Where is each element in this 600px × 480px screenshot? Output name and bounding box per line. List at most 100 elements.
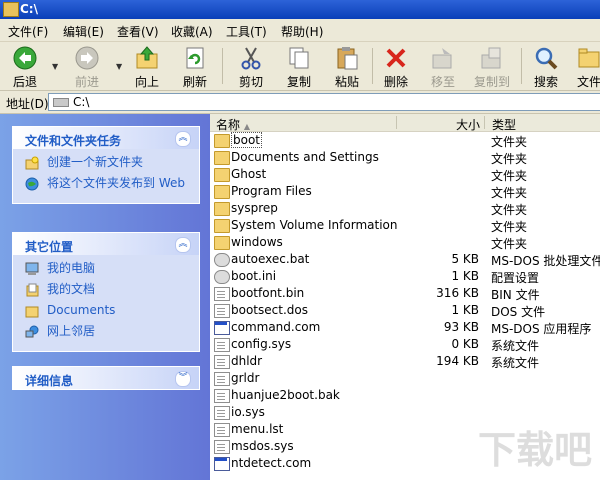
menu-help[interactable]: 帮助(H) xyxy=(281,23,323,40)
forward-dropdown-icon[interactable]: ▼ xyxy=(116,62,122,71)
file-row[interactable]: bootfont.bin 316 KB BIN 文件 xyxy=(210,285,600,302)
toolbar-separator xyxy=(521,48,522,84)
forward-button[interactable]: 前进 xyxy=(70,45,104,89)
toolbar-separator xyxy=(222,48,223,84)
column-divider[interactable] xyxy=(484,116,485,129)
file-row[interactable]: dhldr 194 KB 系统文件 xyxy=(210,353,600,370)
window-icon xyxy=(214,321,230,335)
cut-button[interactable]: 剪切 xyxy=(236,45,266,89)
file-type: 文件夹 xyxy=(491,186,528,200)
place-my-documents[interactable]: 我的文档 xyxy=(23,282,191,300)
menu-tools[interactable]: 工具(T) xyxy=(226,23,267,40)
window-icon xyxy=(214,457,230,471)
file-name: Ghost xyxy=(231,167,267,181)
up-folder-icon xyxy=(134,45,160,71)
toolbar-separator xyxy=(372,48,373,84)
file-row[interactable]: Ghost 文件夹 xyxy=(210,166,600,183)
move-to-button[interactable]: 移至 xyxy=(428,45,458,89)
copy-button[interactable]: 复制 xyxy=(284,45,314,89)
search-icon xyxy=(533,45,559,71)
file-row[interactable]: windows 文件夹 xyxy=(210,234,600,251)
file-type: 系统文件 xyxy=(491,339,540,353)
chevron-up-icon[interactable]: ︽ xyxy=(175,131,191,147)
clipboard-icon xyxy=(334,45,360,71)
file-type: 文件夹 xyxy=(491,220,528,234)
title-bar[interactable]: C:\ xyxy=(0,0,600,19)
refresh-button[interactable]: 刷新 xyxy=(180,45,210,89)
folder-icon xyxy=(214,236,230,250)
file-row[interactable]: sysprep 文件夹 xyxy=(210,200,600,217)
up-label: 向上 xyxy=(134,75,159,89)
delete-x-icon xyxy=(383,45,409,71)
file-name: boot xyxy=(231,132,263,148)
folders-icon xyxy=(576,45,600,71)
paste-button[interactable]: 粘贴 xyxy=(332,45,362,89)
details-panel: 详细信息 ︾ xyxy=(12,366,200,390)
places-panel: 其它位置 ︽ 我的电脑 我的文档 Documents 网上邻居 xyxy=(12,232,200,352)
file-row[interactable]: System Volume Information 文件夹 xyxy=(210,217,600,234)
back-dropdown-icon[interactable]: ▼ xyxy=(52,62,58,71)
file-name: bootfont.bin xyxy=(231,286,305,300)
menu-view[interactable]: 查看(V) xyxy=(117,23,159,40)
cut-label: 剪切 xyxy=(238,75,263,89)
file-row[interactable]: bootsect.dos 1 KB DOS 文件 xyxy=(210,302,600,319)
chevron-down-icon[interactable]: ︾ xyxy=(175,371,191,387)
refresh-label: 刷新 xyxy=(182,75,207,89)
up-button[interactable]: 向上 xyxy=(132,45,162,89)
copy-to-button[interactable]: 复制到 xyxy=(472,45,512,89)
folders-button[interactable]: 文件 xyxy=(574,45,600,89)
search-button[interactable]: 搜索 xyxy=(532,45,560,89)
file-size: 316 KB xyxy=(436,286,479,300)
file-type: 系统文件 xyxy=(491,356,540,370)
new-folder-task[interactable]: 创建一个新文件夹 xyxy=(23,155,191,173)
details-panel-title: 详细信息 xyxy=(25,374,74,388)
file-name: sysprep xyxy=(231,201,278,215)
move-to-icon xyxy=(430,45,456,71)
file-name: grldr xyxy=(231,371,260,385)
file-row[interactable]: config.sys 0 KB 系统文件 xyxy=(210,336,600,353)
file-row[interactable]: Program Files 文件夹 xyxy=(210,183,600,200)
task-pane: 文件和文件夹任务 ︽ 创建一个新文件夹 将这个文件夹发布到 Web 其它位置 ︽… xyxy=(0,114,210,480)
place-network[interactable]: 网上邻居 xyxy=(23,324,191,342)
column-name[interactable]: 名称 ▲ xyxy=(216,116,250,133)
file-row[interactable]: boot 文件夹 xyxy=(210,132,600,149)
menu-edit[interactable]: 编辑(E) xyxy=(63,23,104,40)
document-icon xyxy=(214,372,230,386)
delete-button[interactable]: 删除 xyxy=(382,45,410,89)
address-label: 地址(D) xyxy=(6,97,49,111)
folder-icon xyxy=(214,219,230,233)
document-icon xyxy=(214,338,230,352)
place-my-computer[interactable]: 我的电脑 xyxy=(23,261,191,279)
details-panel-header[interactable]: 详细信息 ︾ xyxy=(13,367,199,389)
file-name: huanjue2boot.bak xyxy=(231,388,340,402)
toolbar: 后退 ▼ 前进 ▼ 向上 刷新 剪切 复制 粘贴 删除 移至 复制到 搜索 文件 xyxy=(0,42,600,91)
move-to-label: 移至 xyxy=(430,75,455,89)
place-documents[interactable]: Documents xyxy=(23,303,191,321)
column-type[interactable]: 类型 xyxy=(492,116,516,133)
publish-web-task[interactable]: 将这个文件夹发布到 Web xyxy=(23,176,191,194)
column-size[interactable]: 大小 xyxy=(456,116,480,133)
file-row[interactable]: grldr xyxy=(210,370,600,387)
refresh-icon xyxy=(182,45,208,71)
address-input[interactable]: C:\ xyxy=(48,93,600,111)
places-panel-header[interactable]: 其它位置 ︽ xyxy=(13,233,199,255)
back-button[interactable]: 后退 xyxy=(8,45,42,89)
file-row[interactable]: huanjue2boot.bak xyxy=(210,387,600,404)
file-row[interactable]: boot.ini 1 KB 配置设置 xyxy=(210,268,600,285)
file-row[interactable]: autoexec.bat 5 KB MS-DOS 批处理文件 xyxy=(210,251,600,268)
copy-icon xyxy=(286,45,312,71)
menu-file[interactable]: 文件(F) xyxy=(8,23,48,40)
tasks-panel-header[interactable]: 文件和文件夹任务 ︽ xyxy=(13,127,199,149)
file-row[interactable]: command.com 93 KB MS-DOS 应用程序 xyxy=(210,319,600,336)
copy-label: 复制 xyxy=(286,75,311,89)
file-name: Program Files xyxy=(231,184,312,198)
chevron-up-icon[interactable]: ︽ xyxy=(175,237,191,253)
file-row[interactable]: Documents and Settings 文件夹 xyxy=(210,149,600,166)
documents-icon xyxy=(25,283,39,297)
file-size: 0 KB xyxy=(451,337,479,351)
watermark: 下载吧 xyxy=(477,428,592,472)
file-name: dhldr xyxy=(231,354,263,368)
place-my-documents-label: 我的文档 xyxy=(47,282,96,296)
menu-favorites[interactable]: 收藏(A) xyxy=(171,23,213,40)
column-divider[interactable] xyxy=(396,116,397,129)
